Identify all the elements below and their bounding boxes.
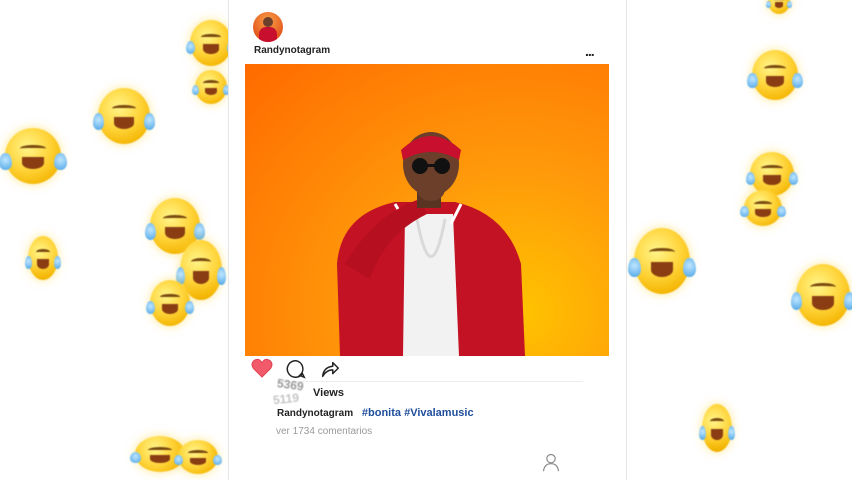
tears-of-joy-emoji <box>747 50 803 100</box>
heart-icon[interactable] <box>251 358 273 378</box>
post-username[interactable]: Randynotagram <box>254 45 330 56</box>
profile-icon[interactable] <box>541 452 561 472</box>
caption-hashtags[interactable]: #bonita #Vivalamusic <box>362 407 474 419</box>
view-comments-link[interactable]: ver 1734 comentarios <box>276 426 372 437</box>
person-illustration <box>337 132 525 356</box>
post-caption: Randynotagram #bonita #Vivalamusic <box>277 407 474 419</box>
tears-of-joy-emoji <box>745 152 799 196</box>
avatar[interactable] <box>253 12 283 42</box>
tears-of-joy-emoji <box>765 0 793 14</box>
more-options-button[interactable]: ... <box>585 44 595 58</box>
divider <box>277 381 583 382</box>
tears-of-joy-emoji <box>790 264 852 326</box>
tears-of-joy-emoji <box>191 70 231 104</box>
tears-of-joy-emoji <box>699 404 735 452</box>
tears-of-joy-emoji <box>740 190 786 226</box>
tears-of-joy-emoji <box>25 236 61 280</box>
tears-of-joy-emoji <box>174 440 222 474</box>
post-photo[interactable] <box>245 64 609 356</box>
tears-of-joy-emoji <box>628 228 696 294</box>
tears-of-joy-emoji <box>146 280 194 326</box>
caption-username[interactable]: Randynotagram <box>277 408 353 419</box>
share-icon[interactable] <box>319 358 341 380</box>
tears-of-joy-emoji <box>185 20 237 66</box>
tears-of-joy-emoji <box>0 128 67 184</box>
views-label: Views <box>313 387 344 399</box>
views-count-previous: 5119 <box>272 390 300 408</box>
tears-of-joy-emoji <box>92 88 156 144</box>
instagram-post-card: Randynotagram ... 5369 5119 Views Randyn… <box>228 0 627 480</box>
